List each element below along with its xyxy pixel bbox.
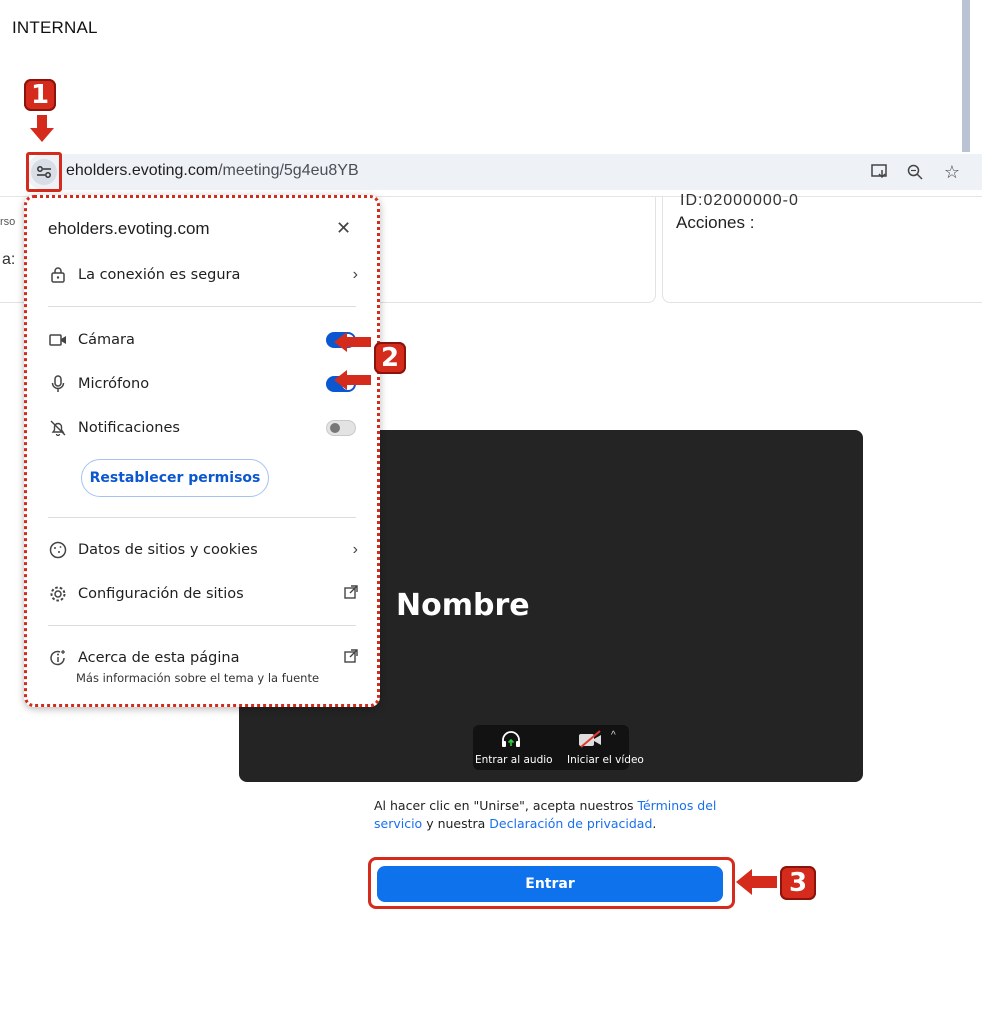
site-settings-row[interactable]: Configuración de sitios [48, 579, 358, 609]
site-data-label: Datos de sitios y cookies [78, 542, 258, 558]
notifications-row: Notificaciones [48, 413, 358, 443]
gear-icon [48, 584, 68, 604]
truncated-text: a: [2, 251, 16, 268]
chevron-right-icon: › [352, 541, 358, 558]
notifications-off-icon [48, 418, 68, 438]
step-1-badge: 1 [24, 79, 56, 111]
step-2-badge: 2 [374, 342, 406, 374]
terms-text: Al hacer clic en "Unirse", acepta nuestr… [374, 797, 734, 833]
about-page-row[interactable]: Acerca de esta página [48, 643, 358, 673]
about-info-icon [48, 648, 68, 668]
about-page-label: Acerca de esta página [78, 650, 240, 666]
notifications-toggle[interactable] [326, 420, 356, 436]
popup-title: eholders.evoting.com [48, 219, 210, 238]
truncated-text: rso [0, 216, 16, 228]
url-domain: eholders.evoting.com [66, 162, 219, 179]
step-3-badge: 3 [780, 866, 816, 900]
separator [48, 625, 356, 626]
page-edge-rule [962, 0, 970, 152]
url-text[interactable]: eholders.evoting.com/meeting/5g4eu8YB [66, 162, 359, 180]
camera-label: Cámara [78, 332, 135, 348]
connection-row[interactable]: La conexión es segura › [48, 260, 358, 290]
internal-label: INTERNAL [12, 18, 98, 37]
arrow-left-icon [736, 869, 777, 895]
start-video-label[interactable]: Iniciar el vídeo [567, 754, 644, 766]
join-audio-label[interactable]: Entrar al audio [475, 754, 553, 766]
terms-suffix: . [652, 816, 657, 831]
headphones-icon[interactable] [500, 730, 522, 748]
zoom-icon[interactable] [904, 161, 926, 183]
camera-icon [48, 330, 68, 350]
chevron-up-icon[interactable]: ^ [611, 730, 616, 741]
video-off-icon[interactable] [578, 730, 604, 748]
privacy-link[interactable]: Declaración de privacidad [489, 816, 652, 831]
close-icon[interactable]: ✕ [336, 218, 351, 239]
terms-prefix: Al hacer clic en "Unirse", acepta nuestr… [374, 798, 638, 813]
separator [48, 517, 356, 518]
microphone-icon [48, 374, 68, 394]
connection-label: La conexión es segura [78, 267, 241, 283]
acciones-label: Acciones : [676, 213, 755, 232]
url-path: /meeting/5g4eu8YB [218, 162, 359, 179]
chevron-right-icon: › [352, 266, 358, 283]
about-page-subtext: Más información sobre el tema y la fuent… [76, 671, 320, 685]
camera-row: Cámara [48, 325, 358, 355]
id-line: ID:02000000-0 [680, 192, 799, 209]
lock-icon [48, 265, 68, 285]
notifications-label: Notificaciones [78, 420, 180, 436]
separator [48, 306, 356, 307]
join-button[interactable]: Entrar [377, 866, 723, 902]
arrow-left-icon [334, 370, 371, 390]
install-icon[interactable] [869, 161, 891, 183]
microphone-row: Micrófono [48, 369, 358, 399]
reset-permissions-button[interactable]: Restablecer permisos [81, 459, 269, 497]
site-settings-label: Configuración de sitios [78, 586, 244, 602]
highlight-frame [26, 152, 62, 192]
arrow-left-icon [334, 332, 371, 352]
participant-name: Nombre [396, 588, 530, 623]
site-data-row[interactable]: Datos de sitios y cookies › [48, 535, 358, 565]
terms-mid: y nuestra [422, 816, 490, 831]
external-link-icon [344, 648, 358, 668]
microphone-label: Micrófono [78, 376, 150, 392]
cookie-icon [48, 540, 68, 560]
external-link-icon [344, 584, 358, 604]
arrow-down-icon [30, 115, 54, 142]
bookmark-star-icon[interactable]: ☆ [941, 161, 963, 183]
